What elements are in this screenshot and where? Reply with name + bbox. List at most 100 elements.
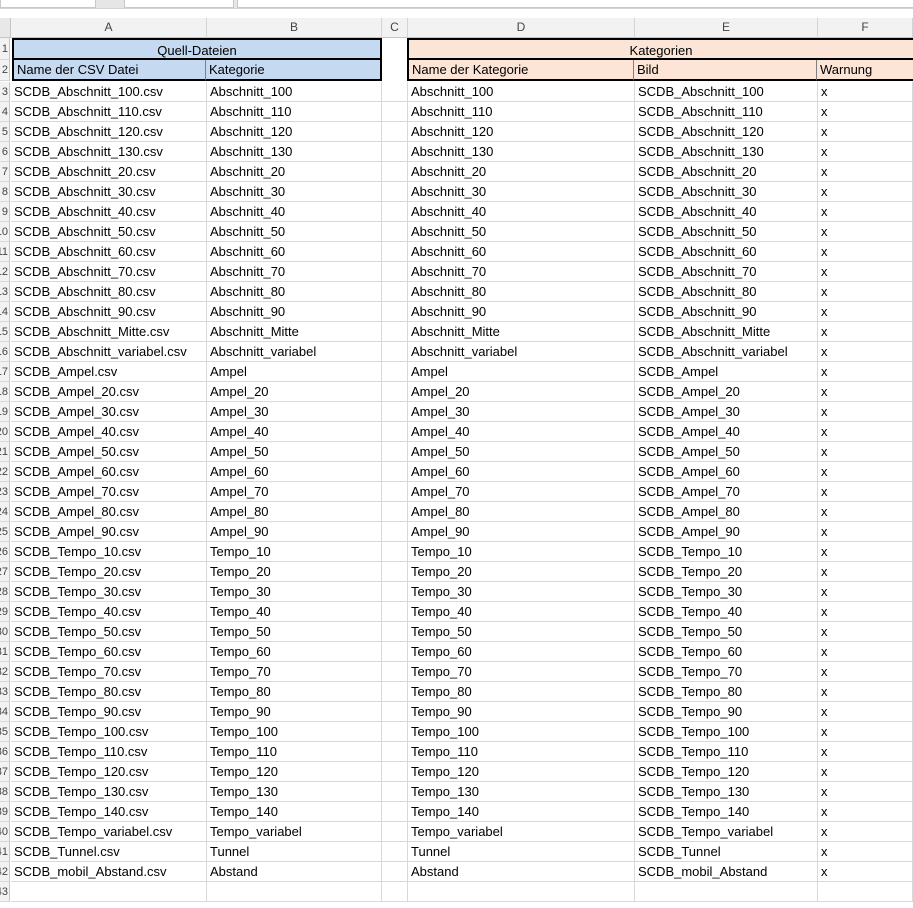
cell-a[interactable]: SCDB_Abschnitt_40.csv	[11, 202, 207, 222]
cell-d[interactable]: Ampel	[408, 362, 635, 382]
cell-d[interactable]: Ampel_50	[408, 442, 635, 462]
header-cell-category[interactable]: Kategorie	[206, 60, 382, 81]
cell-b[interactable]: Ampel	[207, 362, 382, 382]
cell-e[interactable]: SCDB_Abschnitt_variabel	[635, 342, 818, 362]
cell-e[interactable]: SCDB_Ampel_70	[635, 482, 818, 502]
cell-d[interactable]: Tempo_140	[408, 802, 635, 822]
row-header[interactable]: 26	[0, 542, 10, 562]
cell-b[interactable]: Abschnitt_100	[207, 82, 382, 102]
cell-f[interactable]: x	[818, 442, 913, 462]
cell-a[interactable]: SCDB_Tempo_50.csv	[11, 622, 207, 642]
cell-d[interactable]: Ampel_70	[408, 482, 635, 502]
cell-c[interactable]	[382, 822, 408, 842]
cell-b[interactable]: Tempo_120	[207, 762, 382, 782]
cell-f[interactable]: x	[818, 682, 913, 702]
row-header[interactable]: 11	[0, 242, 10, 262]
row-header[interactable]: 42	[0, 862, 10, 882]
cell-f[interactable]: x	[818, 542, 913, 562]
cell-a[interactable]: SCDB_Abschnitt_variabel.csv	[11, 342, 207, 362]
cell-e[interactable]: SCDB_Tempo_40	[635, 602, 818, 622]
cell-a[interactable]: SCDB_Abschnitt_130.csv	[11, 142, 207, 162]
cell-e[interactable]: SCDB_Tempo_100	[635, 722, 818, 742]
cell-f[interactable]	[818, 882, 913, 902]
cell-f[interactable]: x	[818, 262, 913, 282]
cell-b[interactable]: Tempo_80	[207, 682, 382, 702]
cell-c[interactable]	[382, 222, 408, 242]
cell-a[interactable]: SCDB_Tempo_140.csv	[11, 802, 207, 822]
row-header[interactable]: 5	[0, 122, 10, 142]
cell-e[interactable]: SCDB_Abschnitt_Mitte	[635, 322, 818, 342]
row-header[interactable]: 34	[0, 702, 10, 722]
cell-a[interactable]: SCDB_mobil_Abstand.csv	[11, 862, 207, 882]
cell-e[interactable]: SCDB_Abschnitt_100	[635, 82, 818, 102]
cell-e[interactable]: SCDB_Abschnitt_110	[635, 102, 818, 122]
cell-e[interactable]: SCDB_Ampel_90	[635, 522, 818, 542]
cell-c[interactable]	[382, 782, 408, 802]
cell-b[interactable]: Ampel_20	[207, 382, 382, 402]
cell-f[interactable]: x	[818, 482, 913, 502]
row-header[interactable]: 28	[0, 582, 10, 602]
cell-b[interactable]: Abschnitt_120	[207, 122, 382, 142]
cell-f[interactable]: x	[818, 722, 913, 742]
row-header[interactable]: 18	[0, 382, 10, 402]
column-header-a[interactable]: A	[11, 18, 207, 38]
cell-f[interactable]: x	[818, 662, 913, 682]
cell-d[interactable]: Tempo_120	[408, 762, 635, 782]
cell-a[interactable]: SCDB_Abschnitt_100.csv	[11, 82, 207, 102]
cell-b[interactable]: Tempo_20	[207, 562, 382, 582]
row-header[interactable]: 8	[0, 182, 10, 202]
cell-c[interactable]	[382, 502, 408, 522]
cell-c[interactable]	[382, 302, 408, 322]
cell-c[interactable]	[382, 422, 408, 442]
row-header[interactable]: 23	[0, 482, 10, 502]
cell-a[interactable]: SCDB_Tempo_40.csv	[11, 602, 207, 622]
row-header[interactable]: 41	[0, 842, 10, 862]
row-header[interactable]: 22	[0, 462, 10, 482]
cell-b[interactable]: Tempo_60	[207, 642, 382, 662]
cell-f[interactable]: x	[818, 302, 913, 322]
cell-c[interactable]	[382, 742, 408, 762]
row-header[interactable]: 25	[0, 522, 10, 542]
cell-f[interactable]: x	[818, 602, 913, 622]
cell-c[interactable]	[382, 282, 408, 302]
cell-d[interactable]: Tempo_80	[408, 682, 635, 702]
cell-d[interactable]: Abschnitt_20	[408, 162, 635, 182]
cell-f[interactable]: x	[818, 282, 913, 302]
cell-b[interactable]: Abschnitt_130	[207, 142, 382, 162]
cell-d[interactable]: Abschnitt_30	[408, 182, 635, 202]
cell-e[interactable]: SCDB_Abschnitt_120	[635, 122, 818, 142]
row-header[interactable]: 37	[0, 762, 10, 782]
cell-b[interactable]: Abschnitt_30	[207, 182, 382, 202]
cell-d[interactable]: Tunnel	[408, 842, 635, 862]
cell-d[interactable]: Ampel_90	[408, 522, 635, 542]
row-header[interactable]: 43	[0, 882, 10, 902]
name-box[interactable]	[0, 0, 96, 8]
cell-d[interactable]: Abschnitt_110	[408, 102, 635, 122]
cell-c[interactable]	[382, 642, 408, 662]
cell-f[interactable]: x	[818, 402, 913, 422]
cell-d[interactable]: Ampel_30	[408, 402, 635, 422]
cell-d[interactable]: Tempo_130	[408, 782, 635, 802]
cell-a[interactable]	[11, 882, 207, 902]
cell-c[interactable]	[382, 82, 408, 102]
cell-f[interactable]: x	[818, 702, 913, 722]
cell-f[interactable]: x	[818, 642, 913, 662]
cell-b[interactable]: Tempo_100	[207, 722, 382, 742]
cell-c[interactable]	[382, 462, 408, 482]
cell-e[interactable]: SCDB_Ampel_60	[635, 462, 818, 482]
cell-f[interactable]: x	[818, 422, 913, 442]
cell-f[interactable]: x	[818, 762, 913, 782]
cell-d[interactable]: Ampel_60	[408, 462, 635, 482]
cell-c[interactable]	[382, 122, 408, 142]
row-header[interactable]: 13	[0, 282, 10, 302]
cell-f[interactable]: x	[818, 582, 913, 602]
cell-d[interactable]: Tempo_90	[408, 702, 635, 722]
cell-a[interactable]: SCDB_Tempo_130.csv	[11, 782, 207, 802]
select-all-corner[interactable]	[0, 18, 11, 38]
cell-b[interactable]: Ampel_30	[207, 402, 382, 422]
cell-d[interactable]: Abschnitt_Mitte	[408, 322, 635, 342]
cell-b[interactable]: Tempo_variabel	[207, 822, 382, 842]
cell-e[interactable]: SCDB_mobil_Abstand	[635, 862, 818, 882]
cell-b[interactable]: Ampel_90	[207, 522, 382, 542]
cell-e[interactable]: SCDB_Ampel_20	[635, 382, 818, 402]
